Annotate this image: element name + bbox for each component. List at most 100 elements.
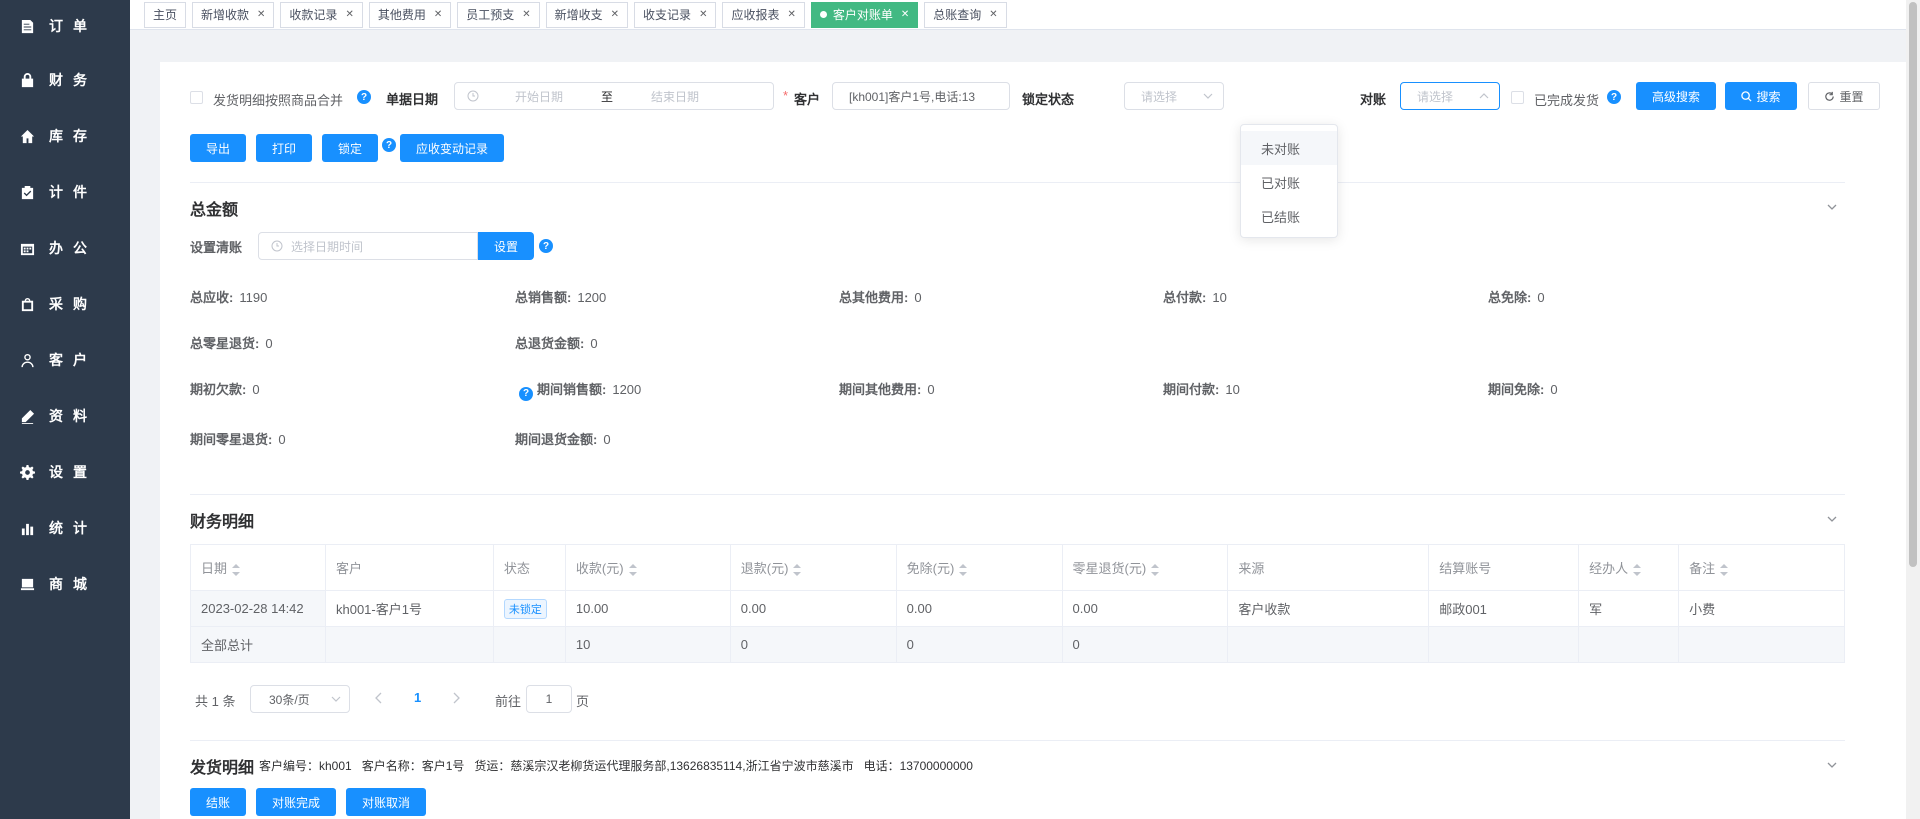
- calendar-icon: [20, 243, 35, 255]
- column-header[interactable]: 退款(元): [729, 544, 897, 591]
- collapse-chevron-icon[interactable]: [1826, 513, 1838, 525]
- tab-other-fees[interactable]: 其他费用 ✕: [368, 1, 452, 28]
- sort-icon[interactable]: [628, 563, 637, 576]
- close-icon[interactable]: ✕: [345, 9, 353, 20]
- collapse-chevron-icon[interactable]: [1826, 201, 1838, 213]
- print-button[interactable]: 打印: [256, 134, 312, 162]
- settle-account-button[interactable]: 结账: [190, 788, 246, 816]
- stat-period-waived: 期间免除: 0: [1488, 379, 1558, 398]
- sidebar-item-inventory[interactable]: 库存: [0, 108, 130, 164]
- reconcile-cancel-button[interactable]: 对账取消: [346, 788, 426, 816]
- next-page-icon[interactable]: [451, 692, 461, 704]
- sidebar-item-finance[interactable]: 财务: [0, 52, 130, 108]
- tab-label: 收支记录: [643, 8, 692, 22]
- option-settled[interactable]: 已结账: [1241, 199, 1337, 233]
- close-icon[interactable]: ✕: [901, 9, 909, 20]
- cell-waive: 0.00: [895, 590, 1063, 627]
- collapse-chevron-icon[interactable]: [1826, 759, 1838, 771]
- sidebar-item-label: 办公: [49, 240, 97, 256]
- option-unreconciled[interactable]: 未对账: [1241, 131, 1337, 165]
- sidebar-item-order[interactable]: 订单: [0, 0, 130, 52]
- search-button[interactable]: 搜索: [1725, 82, 1797, 110]
- prev-page-icon[interactable]: [374, 692, 384, 704]
- cell-empty: [1428, 626, 1580, 663]
- sort-icon[interactable]: [1633, 563, 1642, 576]
- stat-key: 总退货金额:: [515, 336, 585, 351]
- tab-employee-advance[interactable]: 员工预支 ✕: [457, 1, 540, 28]
- sidebar-item-mall[interactable]: 商城: [0, 556, 130, 612]
- close-icon[interactable]: ✕: [257, 9, 265, 20]
- tab-receivables-report[interactable]: 应收报表 ✕: [722, 1, 805, 28]
- sidebar-item-data[interactable]: 资料: [0, 388, 130, 444]
- clock-icon: [467, 90, 479, 102]
- goto-page-input[interactable]: 1: [526, 685, 572, 713]
- column-header: 结算账号: [1428, 544, 1580, 591]
- lock-button[interactable]: 锁定: [322, 134, 378, 162]
- stat-value: 0: [590, 336, 598, 351]
- shipped-checkbox[interactable]: [1511, 91, 1524, 104]
- column-header[interactable]: 收款(元): [564, 544, 731, 591]
- tab-income-expense-records[interactable]: 收支记录 ✕: [634, 1, 717, 28]
- advanced-search-button[interactable]: 高级搜索: [1636, 82, 1716, 110]
- help-icon[interactable]: ?: [1607, 90, 1621, 104]
- tab-ledger-query[interactable]: 总账查询 ✕: [924, 1, 1007, 28]
- stat-key: 期间免除:: [1488, 382, 1545, 397]
- close-icon[interactable]: ✕: [787, 9, 795, 20]
- sidebar-item-settings[interactable]: 设置: [0, 444, 130, 500]
- settle-button[interactable]: 设置: [478, 232, 534, 260]
- sort-icon[interactable]: [959, 563, 968, 576]
- close-icon[interactable]: ✕: [611, 9, 619, 20]
- column-header[interactable]: 日期: [190, 544, 326, 591]
- tabs-bar: 主页 新增收款 ✕ 收款记录 ✕ 其他费用 ✕ 员工预支 ✕ 新增收支 ✕ 收支记录 ✕ 应…: [130, 0, 1920, 30]
- tab-home[interactable]: 主页: [144, 1, 187, 28]
- change-log-button[interactable]: 应收变动记录: [400, 134, 504, 162]
- option-reconciled[interactable]: 已对账: [1241, 165, 1337, 199]
- table-header: 日期 客户 状态 收款(元) 退款(元) 免除(元) 零星退货(元) 来源 结算…: [190, 544, 1845, 591]
- close-icon[interactable]: ✕: [699, 9, 707, 20]
- tab-customer-statement[interactable]: 客户对账单 ✕: [810, 1, 919, 28]
- scrollbar[interactable]: [1906, 0, 1920, 819]
- reset-button[interactable]: 重置: [1808, 82, 1880, 110]
- column-label: 零星退货(元): [1072, 561, 1147, 576]
- sidebar-item-purchase[interactable]: 采购: [0, 276, 130, 332]
- scrollbar-thumb[interactable]: [1909, 2, 1917, 567]
- lock-status-select[interactable]: 请选择: [1124, 82, 1224, 110]
- export-button[interactable]: 导出: [190, 134, 246, 162]
- sort-icon[interactable]: [1720, 563, 1729, 576]
- reconcile-done-button[interactable]: 对账完成: [256, 788, 336, 816]
- column-header[interactable]: 免除(元): [895, 544, 1063, 591]
- help-icon[interactable]: ?: [382, 138, 396, 152]
- tab-new-income-expense[interactable]: 新增收支 ✕: [545, 1, 629, 28]
- sidebar-item-piecework[interactable]: 计件: [0, 164, 130, 220]
- tab-new-receipt[interactable]: 新增收款 ✕: [192, 1, 275, 28]
- customer-input[interactable]: [kh001]客户1号,电话:13: [832, 82, 1010, 110]
- date-range-picker[interactable]: 开始日期 至 结束日期: [454, 82, 774, 110]
- column-header[interactable]: 经办人: [1578, 544, 1680, 591]
- close-icon[interactable]: ✕: [522, 9, 530, 20]
- settle-date-input[interactable]: 选择日期时间: [258, 232, 478, 260]
- reconcile-select[interactable]: 请选择: [1400, 82, 1500, 110]
- close-icon[interactable]: ✕: [434, 9, 442, 20]
- tab-receipt-records[interactable]: 收款记录 ✕: [280, 1, 363, 28]
- close-icon[interactable]: ✕: [989, 9, 997, 20]
- sidebar-item-office[interactable]: 办公: [0, 220, 130, 276]
- sidebar-item-label: 商城: [49, 576, 97, 592]
- tab-label: 收款记录: [289, 8, 338, 22]
- reconcile-placeholder: 请选择: [1417, 89, 1454, 104]
- table-row[interactable]: 2023-02-28 14:42 kh001-客户1号 未锁定 10.00 0.…: [190, 590, 1845, 627]
- column-header[interactable]: 零星退货(元): [1061, 544, 1229, 591]
- current-page[interactable]: 1: [414, 690, 421, 705]
- help-icon[interactable]: ?: [519, 386, 533, 401]
- page-size-select[interactable]: 30条/页: [250, 685, 350, 713]
- sidebar-item-statistics[interactable]: 统计: [0, 500, 130, 556]
- column-header[interactable]: 备注: [1678, 544, 1845, 591]
- sort-icon[interactable]: [1151, 563, 1160, 576]
- column-label: 状态: [503, 561, 530, 576]
- help-icon[interactable]: ?: [539, 239, 553, 253]
- merge-checkbox[interactable]: [190, 91, 203, 104]
- sidebar-item-customer[interactable]: 客户: [0, 332, 130, 388]
- sort-icon[interactable]: [232, 563, 241, 576]
- divider: [190, 740, 1845, 741]
- help-icon[interactable]: ?: [357, 90, 371, 104]
- sort-icon[interactable]: [793, 563, 802, 576]
